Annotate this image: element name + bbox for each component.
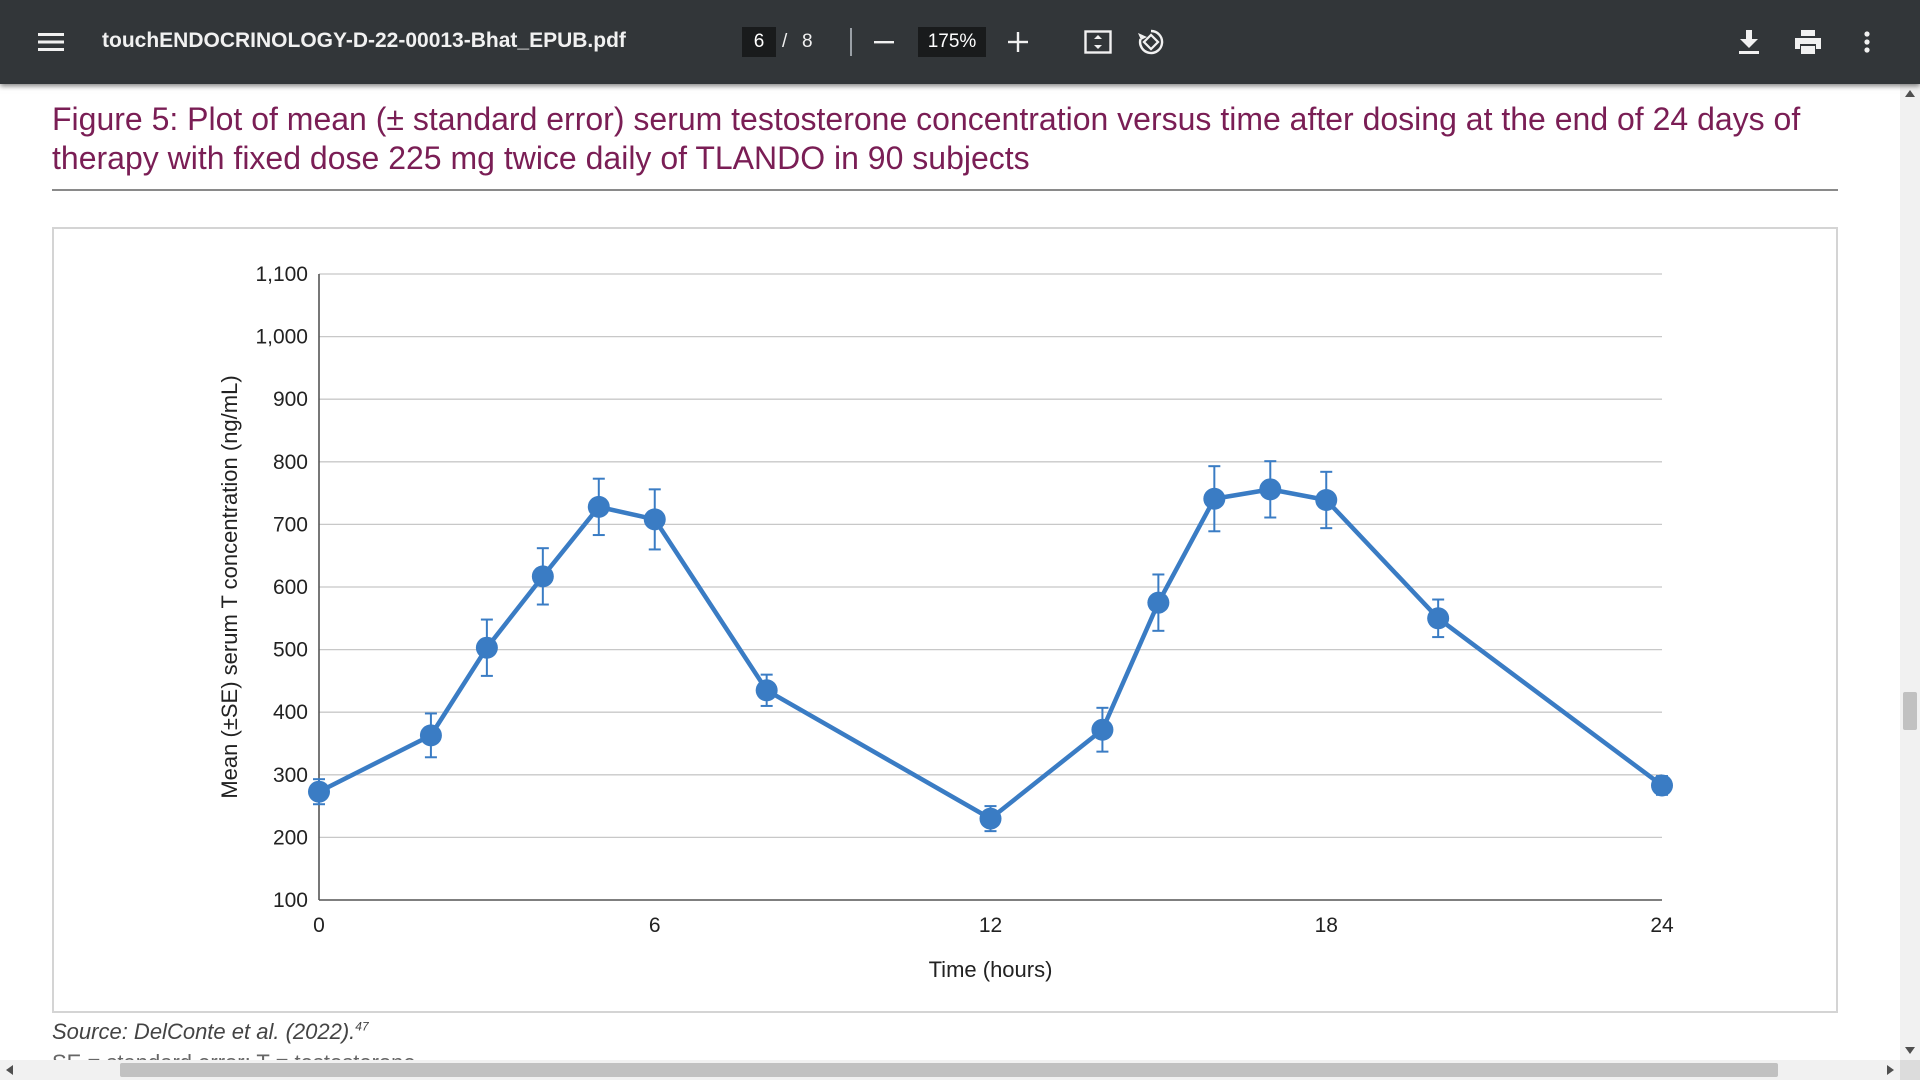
data-point	[1203, 487, 1226, 510]
y-tick-label: 600	[273, 576, 308, 599]
scroll-right-arrow-icon[interactable]	[1887, 1065, 1894, 1075]
scroll-down-arrow-icon[interactable]	[1905, 1047, 1915, 1054]
fit-page-button[interactable]	[1074, 18, 1122, 66]
toolbar-divider	[850, 28, 852, 56]
title-rule	[52, 189, 1838, 191]
download-icon	[1739, 30, 1759, 54]
print-button[interactable]	[1784, 18, 1832, 66]
x-tick-label: 0	[313, 914, 325, 937]
abbreviation-note: SE = standard error; T = testosterone.	[52, 1050, 422, 1060]
y-tick-label: 500	[273, 639, 308, 662]
figure-title: Figure 5: Plot of mean (± standard error…	[52, 101, 1801, 176]
y-tick-label: 100	[273, 889, 308, 912]
y-tick-label: 300	[273, 764, 308, 787]
horizontal-scroll-thumb[interactable]	[120, 1063, 1778, 1077]
x-tick-label: 24	[1650, 914, 1674, 937]
data-point	[587, 495, 610, 518]
data-point	[1259, 478, 1282, 501]
data-point	[475, 636, 498, 659]
data-point	[1315, 488, 1338, 511]
x-axis-label: Time (hours)	[929, 957, 1053, 982]
data-point	[643, 508, 666, 531]
horizontal-scrollbar[interactable]	[0, 1060, 1900, 1080]
testosterone-line-chart: 100 200 300 400 500 600 700 800 900 1,000 1,100 0 6 1…	[217, 263, 1674, 982]
vertical-scroll-thumb[interactable]	[1903, 692, 1917, 730]
zoom-out-icon	[874, 41, 894, 44]
data-point	[1651, 774, 1673, 797]
zoom-in-button[interactable]	[994, 18, 1042, 66]
y-tick-label: 900	[273, 388, 308, 411]
series-line	[317, 487, 1664, 821]
menu-button[interactable]	[27, 18, 75, 66]
y-tick-label: 1,100	[255, 263, 308, 286]
y-axis-label: Mean (±SE) serum T concentration (ng/mL)	[217, 375, 242, 798]
download-button[interactable]	[1725, 18, 1773, 66]
more-options-button[interactable]	[1843, 18, 1891, 66]
data-point	[419, 724, 442, 747]
more-options-icon	[1864, 31, 1870, 53]
zoom-in-icon	[1008, 32, 1028, 52]
page-separator: /	[782, 31, 788, 52]
pdf-toolbar: touchENDOCRINOLOGY-D-22-00013-Bhat_EPUB.…	[0, 0, 1920, 84]
data-point	[1147, 591, 1170, 614]
data-point	[1427, 607, 1450, 630]
zoom-level-input[interactable]: 175%	[918, 27, 986, 57]
figure-source: Source: DelConte et al. (2022).47	[52, 1019, 369, 1045]
y-tick-label: 700	[273, 513, 308, 536]
data-point	[1091, 718, 1114, 741]
x-tick-label: 12	[979, 914, 1002, 937]
data-point	[979, 807, 1002, 830]
scrollbar-corner	[1900, 1060, 1920, 1080]
document-file-name: touchENDOCRINOLOGY-D-22-00013-Bhat_EPUB.…	[102, 29, 626, 52]
data-point	[308, 780, 330, 803]
y-tick-label: 1,000	[255, 326, 308, 349]
print-icon	[1795, 30, 1821, 54]
data-point	[531, 565, 554, 588]
menu-icon	[38, 33, 64, 51]
x-tick-label: 18	[1315, 914, 1338, 937]
scroll-left-arrow-icon[interactable]	[6, 1065, 13, 1075]
y-tick-label: 200	[273, 826, 308, 849]
x-tick-label: 6	[649, 914, 661, 937]
scroll-up-arrow-icon[interactable]	[1905, 90, 1915, 97]
current-page-input[interactable]: 6	[742, 27, 776, 57]
data-point	[755, 679, 778, 702]
zoom-out-button[interactable]	[860, 18, 908, 66]
total-pages: 8	[802, 31, 813, 52]
y-tick-label: 400	[273, 701, 308, 724]
y-tick-label: 800	[273, 451, 308, 474]
document-viewport[interactable]: Figure 5: Plot of mean (± standard error…	[0, 84, 1900, 1060]
chart-frame: 100 200 300 400 500 600 700 800 900 1,000 1,100 0 6 1…	[52, 227, 1838, 1013]
vertical-scrollbar[interactable]	[1900, 84, 1920, 1060]
source-text: Source: DelConte et al. (2022).	[52, 1019, 356, 1044]
fit-page-icon	[1084, 30, 1112, 54]
source-reference: 47	[355, 1019, 369, 1034]
rotate-icon	[1138, 29, 1164, 55]
rotate-button[interactable]	[1127, 18, 1175, 66]
